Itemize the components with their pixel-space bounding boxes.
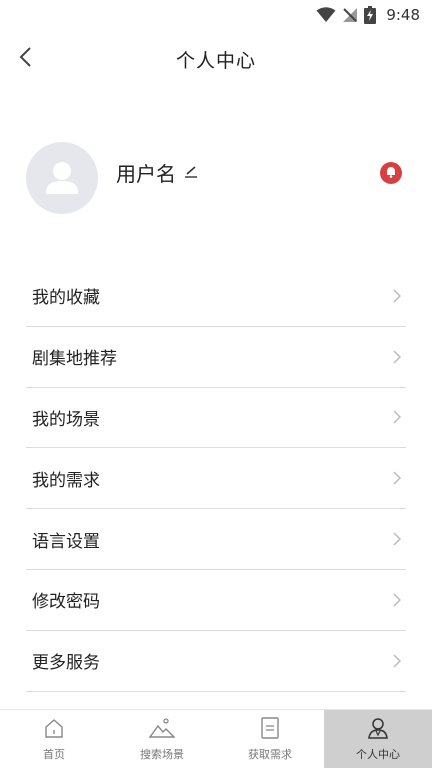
menu-item-label: 我的收藏 — [32, 288, 100, 309]
menu-item-language[interactable]: 语言设置 — [26, 509, 406, 570]
nav-get-requests-label: 获取需求 — [248, 747, 292, 761]
chevron-right-icon — [390, 654, 404, 668]
nav-search-scenes-label: 搜索场景 — [140, 747, 184, 761]
bell-icon — [384, 164, 398, 183]
status-time: 9:48 — [386, 6, 420, 24]
menu-item-my-requests[interactable]: 我的需求 — [26, 448, 406, 510]
chevron-right-icon — [390, 410, 404, 425]
person-icon — [367, 717, 389, 743]
menu-item-change-password[interactable]: 修改密码 — [26, 570, 406, 631]
battery-charging-icon — [364, 6, 377, 24]
notification-button[interactable] — [380, 162, 402, 184]
nav-get-requests[interactable]: 获取需求 — [216, 710, 324, 768]
menu-item-favorites[interactable]: 我的收藏 — [26, 266, 406, 327]
home-icon — [43, 717, 65, 743]
menu-item-my-scenes[interactable]: 我的场景 — [26, 388, 406, 449]
chevron-right-icon — [390, 289, 404, 303]
status-bar: 9:48 — [0, 0, 432, 30]
pencil-icon[interactable] — [184, 163, 198, 182]
username-edit[interactable]: 用户名 — [116, 158, 198, 187]
chevron-right-icon — [390, 350, 404, 364]
header: 个人中心 — [0, 36, 432, 82]
menu-item-label: 修改密码 — [32, 592, 100, 613]
page-title: 个人中心 — [175, 49, 256, 72]
chevron-right-icon — [390, 593, 404, 607]
chevron-right-icon — [390, 532, 404, 546]
wifi-icon — [316, 7, 336, 23]
mountain-icon — [148, 717, 176, 743]
menu-item-label: 剧集地推荐 — [32, 349, 117, 370]
nav-search-scenes[interactable]: 搜索场景 — [108, 710, 216, 768]
nav-personal-center-label: 个人中心 — [356, 747, 400, 761]
chevron-left-icon — [18, 46, 32, 72]
menu-item-label: 语言设置 — [32, 531, 100, 552]
bottom-nav: 首页 搜索场景 获取需求 个人中心 — [0, 709, 432, 768]
menu-item-label: 我的场景 — [32, 409, 100, 430]
no-signal-icon — [342, 7, 358, 23]
menu-item-label: 我的需求 — [32, 470, 100, 491]
nav-home-label: 首页 — [43, 747, 65, 761]
menu-item-more-services[interactable]: 更多服务 — [26, 631, 406, 692]
nav-personal-center[interactable]: 个人中心 — [324, 710, 432, 768]
profile-section: 用户名 — [26, 142, 406, 216]
avatar[interactable] — [26, 142, 98, 214]
document-icon — [260, 716, 280, 743]
menu-list: 我的收藏 剧集地推荐 我的场景 我的需求 语言设置 修改密码 更多服务 — [26, 266, 406, 692]
menu-item-label: 更多服务 — [32, 653, 100, 674]
username: 用户名 — [116, 162, 176, 186]
user-placeholder-icon — [26, 162, 98, 214]
chevron-right-icon — [390, 471, 404, 485]
back-button[interactable] — [10, 44, 40, 74]
menu-item-location-recommend[interactable]: 剧集地推荐 — [26, 327, 406, 388]
nav-home[interactable]: 首页 — [0, 710, 108, 768]
